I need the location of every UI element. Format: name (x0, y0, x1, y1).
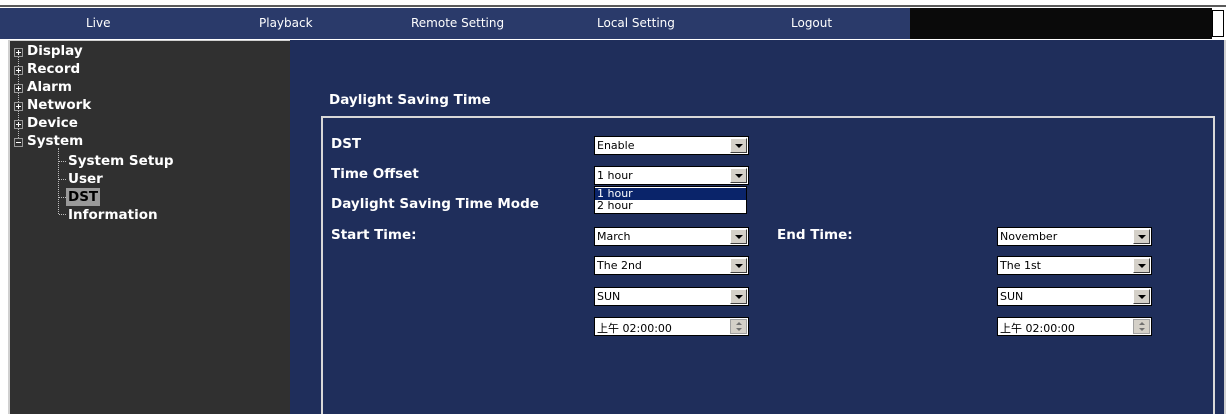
sidebar-item-system-setup[interactable]: System Setup (68, 152, 174, 170)
top-divider (0, 5, 1226, 7)
chevron-down-icon[interactable] (1133, 229, 1150, 244)
sidebar-item-network[interactable]: Network (27, 96, 91, 114)
end-time-value: 上午 02:00:00 (1000, 322, 1075, 335)
nav-status-area (910, 8, 1212, 39)
nav-playback[interactable]: Playback (259, 8, 313, 39)
expand-plus-icon[interactable] (14, 120, 23, 129)
chevron-down-icon[interactable] (730, 138, 747, 153)
dst-select[interactable]: Enable (594, 136, 749, 155)
end-time-input[interactable]: 上午 02:00:00 (997, 317, 1152, 336)
time-offset-select-value: 1 hour (597, 169, 633, 182)
end-day-select[interactable]: SUN (997, 287, 1152, 306)
nav-logout[interactable]: Logout (791, 8, 832, 39)
sidebar-item-user[interactable]: User (68, 170, 103, 188)
time-offset-label: Time Offset (331, 166, 419, 182)
dst-label: DST (331, 136, 362, 152)
sidebar-item-device[interactable]: Device (27, 114, 78, 132)
dropdown-option-2-hour[interactable]: 2 hour (595, 200, 746, 212)
expand-plus-icon[interactable] (14, 102, 23, 111)
dst-select-value: Enable (597, 139, 635, 152)
expand-plus-icon[interactable] (14, 84, 23, 93)
start-week-value: The 2nd (597, 259, 642, 272)
section-title: Daylight Saving Time (329, 92, 491, 108)
chevron-down-icon[interactable] (1133, 289, 1150, 304)
chevron-down-icon[interactable] (730, 289, 747, 304)
start-time-label: Start Time: (331, 227, 417, 243)
time-offset-select[interactable]: 1 hour (594, 166, 749, 185)
start-day-select[interactable]: SUN (594, 287, 749, 306)
tree-connector (59, 197, 66, 198)
tree-connector (58, 148, 59, 214)
spin-arrows-icon[interactable] (730, 319, 747, 334)
nav-edge-box (1212, 10, 1224, 37)
tree-connector (59, 179, 66, 180)
chevron-down-icon[interactable] (1133, 258, 1150, 273)
sidebar-item-display[interactable]: Display (27, 42, 83, 60)
spin-arrows-icon[interactable] (1133, 319, 1150, 334)
start-week-select[interactable]: The 2nd (594, 256, 749, 275)
end-week-select[interactable]: The 1st (997, 256, 1152, 275)
nav-remote-setting[interactable]: Remote Setting (411, 8, 504, 39)
sidebar-item-information[interactable]: Information (68, 206, 158, 224)
end-month-value: November (1000, 230, 1058, 243)
start-month-value: March (597, 230, 631, 243)
end-day-value: SUN (1000, 290, 1024, 303)
end-month-select[interactable]: November (997, 227, 1152, 246)
sidebar-item-system[interactable]: System (27, 132, 83, 150)
chevron-down-icon[interactable] (730, 229, 747, 244)
chevron-down-icon[interactable] (730, 258, 747, 273)
start-time-input[interactable]: 上午 02:00:00 (594, 317, 749, 336)
tree-connector (59, 161, 66, 162)
nav-live[interactable]: Live (86, 8, 111, 39)
start-day-value: SUN (597, 290, 621, 303)
collapse-minus-icon[interactable] (14, 138, 23, 147)
expand-plus-icon[interactable] (14, 66, 23, 75)
expand-plus-icon[interactable] (14, 48, 23, 57)
dst-mode-label: Daylight Saving Time Mode (331, 196, 539, 212)
sidebar-item-dst[interactable]: DST (66, 188, 101, 206)
nav-local-setting[interactable]: Local Setting (597, 8, 675, 39)
start-time-value: 上午 02:00:00 (597, 322, 672, 335)
sidebar-item-record[interactable]: Record (27, 60, 80, 78)
end-week-value: The 1st (1000, 259, 1041, 272)
start-month-select[interactable]: March (594, 227, 749, 246)
sidebar-item-alarm[interactable]: Alarm (27, 78, 72, 96)
chevron-down-icon[interactable] (730, 168, 747, 183)
end-time-label: End Time: (777, 227, 853, 243)
time-offset-dropdown-list: 1 hour 2 hour (594, 186, 747, 214)
tree-connector (59, 214, 66, 215)
